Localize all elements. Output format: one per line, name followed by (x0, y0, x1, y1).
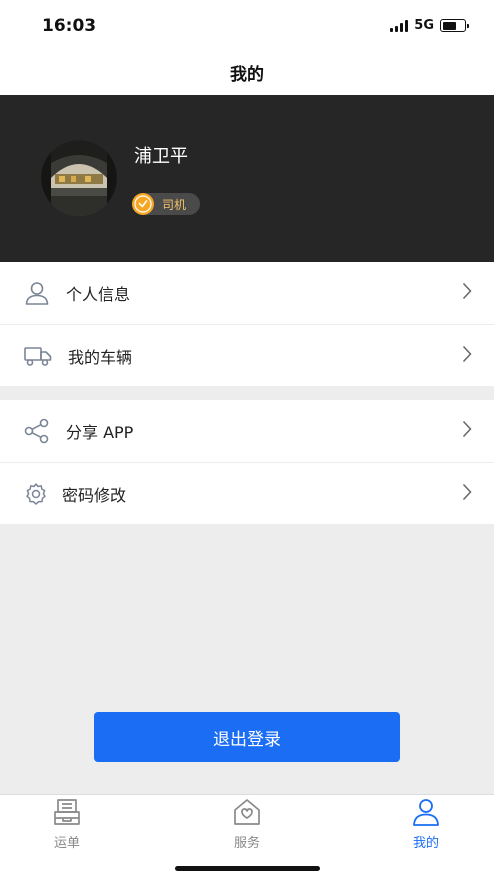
user-name: 浦卫平 (134, 146, 188, 167)
chevron-right-icon (462, 345, 472, 367)
page-title: 我的 (230, 65, 264, 85)
menu-label: 密码修改 (62, 485, 127, 505)
tab-waybill[interactable]: 运单 (27, 797, 107, 851)
waybill-icon (52, 797, 82, 831)
status-indicators: 5G (390, 18, 469, 33)
check-badge-icon (132, 193, 154, 215)
menu-label: 个人信息 (66, 285, 131, 304)
battery-fill (442, 21, 457, 30)
profile-icon (411, 797, 441, 831)
battery-icon (440, 19, 469, 32)
chevron-right-icon (462, 420, 472, 442)
network-type: 5G (414, 18, 434, 33)
signal-icon (390, 19, 409, 32)
chevron-right-icon (462, 483, 472, 505)
share-icon (24, 418, 50, 444)
menu-label: 我的车辆 (68, 347, 133, 367)
role-label: 司机 (162, 197, 187, 212)
home-indicator (175, 866, 320, 871)
menu-item-my-vehicles[interactable]: 我的车辆 (0, 324, 494, 386)
role-badge: 司机 (132, 193, 201, 215)
tab-service[interactable]: 服务 (207, 797, 287, 851)
gear-icon (24, 482, 48, 506)
tab-mine[interactable]: 我的 (386, 797, 466, 851)
status-bar: 16:03 5G (0, 0, 494, 50)
menu-group-app: 分享 APP 密码修改 (0, 400, 494, 524)
truck-icon (24, 345, 52, 367)
tab-label: 我的 (412, 836, 439, 851)
avatar-image (41, 140, 117, 216)
chevron-right-icon (462, 282, 472, 304)
avatar[interactable] (41, 140, 117, 216)
nav-bar: 我的 (0, 50, 494, 95)
user-icon (24, 280, 50, 306)
menu-item-personal-info[interactable]: 个人信息 (0, 262, 494, 324)
menu-group-account: 个人信息 我的车辆 (0, 262, 494, 386)
menu-item-change-password[interactable]: 密码修改 (0, 462, 494, 524)
profile-header: 浦卫平 司机 (0, 95, 494, 262)
status-time: 16:03 (42, 16, 97, 36)
service-icon (232, 797, 262, 831)
tab-label: 服务 (233, 836, 260, 851)
menu-label: 分享 APP (66, 423, 134, 442)
menu-item-share-app[interactable]: 分享 APP (0, 400, 494, 462)
tab-label: 运单 (53, 836, 80, 851)
logout-button[interactable]: 退出登录 (94, 712, 400, 762)
